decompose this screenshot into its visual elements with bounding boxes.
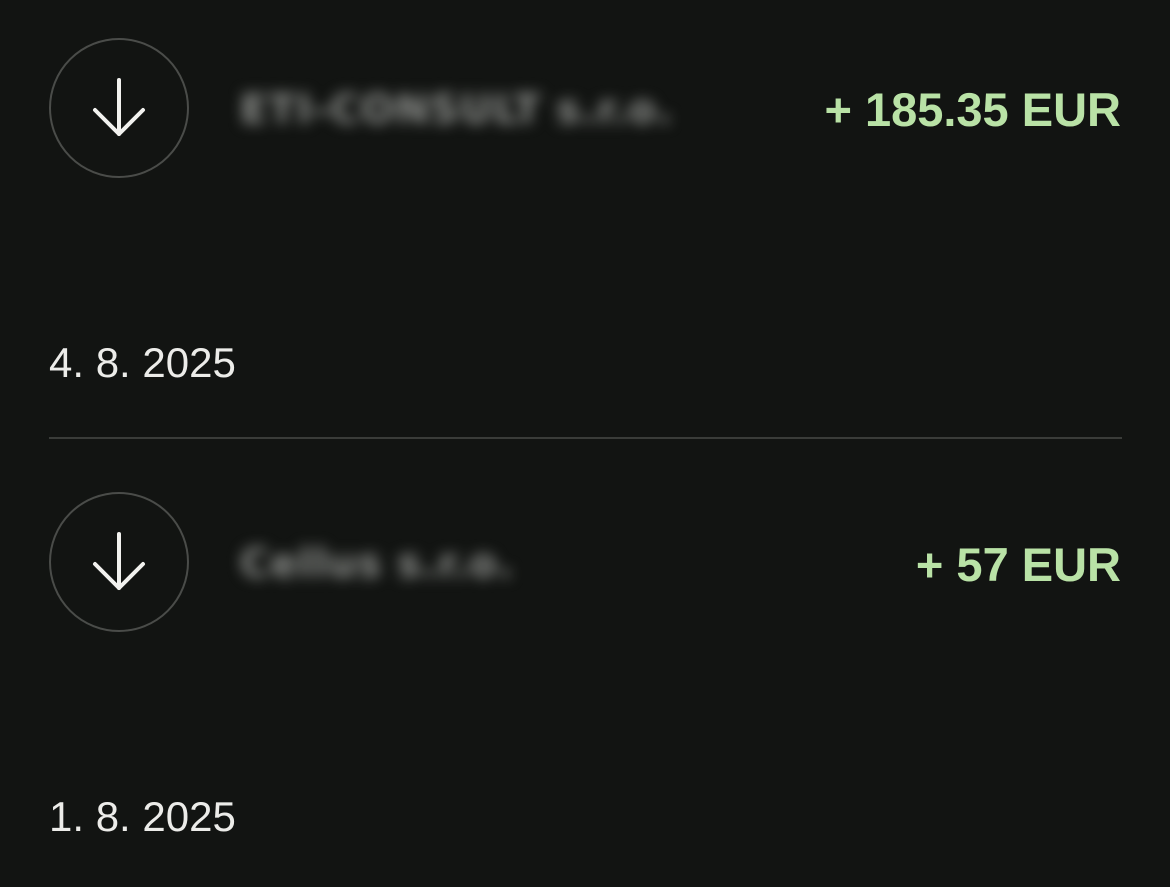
arrow-down-icon: [93, 78, 145, 136]
transaction-item[interactable]: Cellus s.r.o. + 57 EUR 1. 8. 2025: [0, 440, 1170, 887]
incoming-payment-badge: [49, 38, 189, 178]
counterparty-name: ETI-CONSULT s.r.o.: [240, 87, 674, 133]
divider: [49, 437, 1122, 439]
transaction-date: 1. 8. 2025: [49, 793, 236, 840]
incoming-payment-badge: [49, 492, 189, 632]
transaction-item[interactable]: ETI-CONSULT s.r.o. + 185.35 EUR 4. 8. 20…: [0, 0, 1170, 436]
arrow-down-icon: [93, 532, 145, 590]
transaction-amount: + 57 EUR: [915, 538, 1121, 591]
transaction-date: 4. 8. 2025: [49, 339, 236, 386]
transaction-amount: + 185.35 EUR: [824, 83, 1121, 136]
counterparty-name: Cellus s.r.o.: [240, 541, 515, 587]
